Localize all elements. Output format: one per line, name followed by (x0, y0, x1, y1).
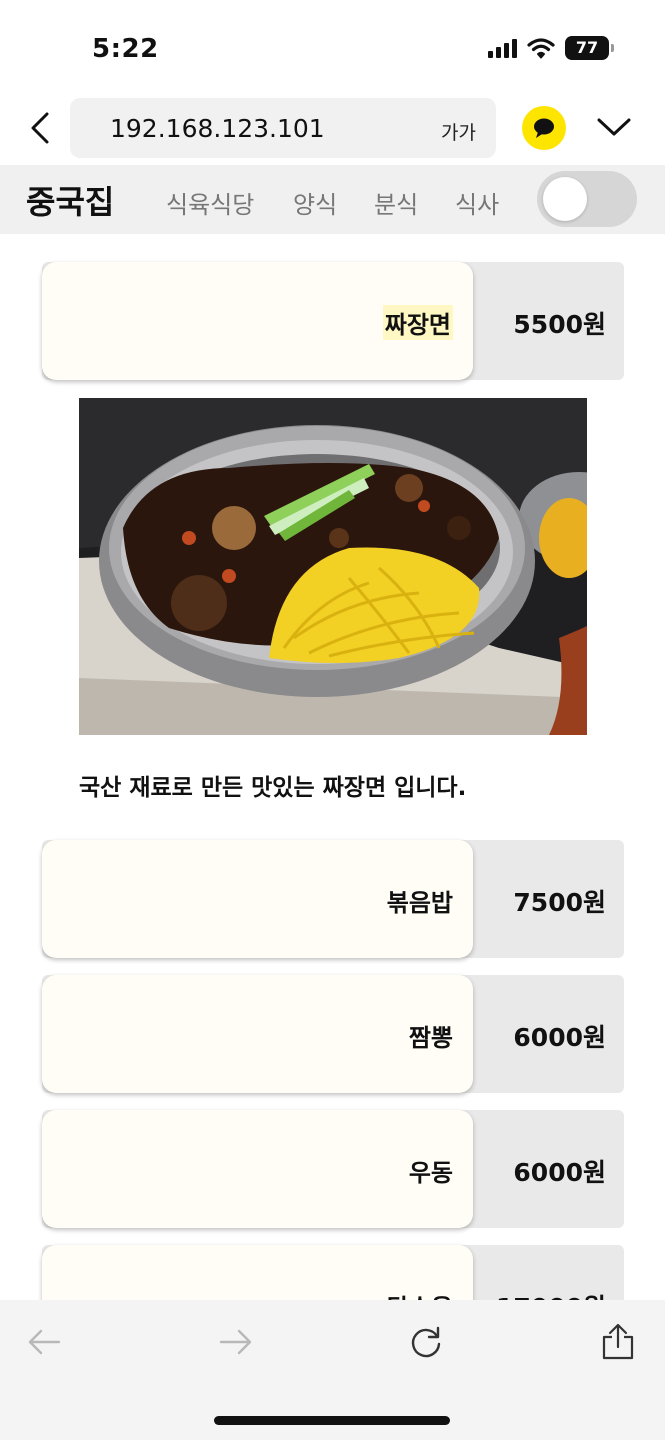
menu-name-card[interactable]: 볶음밥 (42, 840, 473, 958)
browser-toolbar (0, 1300, 665, 1440)
wifi-icon (527, 38, 555, 59)
url-text: 192.168.123.101 (110, 114, 325, 143)
category-item[interactable]: 분식 (374, 185, 418, 220)
status-icons: 77 (488, 36, 614, 60)
menu-item[interactable]: 볶음밥 7500원 (42, 840, 624, 958)
menu-name-card[interactable]: 탕수육 (42, 1245, 473, 1300)
menu-name-card[interactable]: 짜장면 (42, 262, 473, 380)
jajangmyeon-photo (79, 398, 587, 735)
share-icon[interactable] (596, 1322, 640, 1362)
menu-price: 7500원 (513, 888, 606, 917)
home-indicator[interactable] (214, 1416, 450, 1425)
category-active[interactable]: 중국집 (26, 177, 114, 223)
menu-name: 짬뽕 (408, 1024, 453, 1052)
menu-name: 볶음밥 (386, 889, 453, 917)
status-time: 5:22 (92, 34, 159, 64)
menu-list: 짜장면 5500원 국산 재료로 만든 맛있는 짜장면 입니다. 볶음밥 750… (0, 234, 665, 1300)
browser-address-row: 192.168.123.101 가가 (0, 96, 665, 162)
signal-icon (488, 38, 517, 58)
category-item[interactable]: 식육식당 (166, 185, 254, 220)
menu-description: 국산 재료로 만든 맛있는 짜장면 입니다. (79, 775, 467, 801)
menu-name: 짜장면 (382, 305, 453, 340)
menu-price: 6000원 (513, 1158, 606, 1187)
chevron-down-icon[interactable] (596, 112, 632, 142)
menu-name-card[interactable]: 짬뽕 (42, 975, 473, 1093)
back-arrow-icon[interactable] (22, 1322, 66, 1362)
menu-item[interactable]: 짜장면 5500원 (42, 262, 624, 380)
menu-item[interactable]: 우동 6000원 (42, 1110, 624, 1228)
mode-toggle[interactable] (537, 171, 637, 227)
text-size-button[interactable]: 가가 (441, 118, 476, 145)
menu-name: 탕수육 (387, 1288, 453, 1300)
reload-icon[interactable] (404, 1322, 448, 1362)
status-bar: 5:22 77 (0, 0, 665, 92)
category-item[interactable]: 양식 (293, 185, 337, 220)
category-nav: 중국집 식육식당 양식 분식 식사 (0, 165, 665, 234)
forward-arrow-icon[interactable] (214, 1322, 258, 1362)
menu-name: 우동 (408, 1159, 453, 1187)
menu-price: 6000원 (513, 1023, 606, 1052)
menu-item[interactable]: 탕수육 17000원 (42, 1245, 624, 1300)
toggle-knob (543, 177, 587, 221)
menu-name-card[interactable]: 우동 (42, 1110, 473, 1228)
menu-price: 5500원 (513, 310, 606, 339)
kakao-chat-icon[interactable] (522, 106, 566, 150)
menu-item[interactable]: 짬뽕 6000원 (42, 975, 624, 1093)
url-field[interactable]: 192.168.123.101 가가 (70, 98, 496, 158)
category-item[interactable]: 식사 (455, 185, 499, 220)
back-chevron-icon[interactable] (22, 108, 58, 148)
menu-price: 17000원 (496, 1288, 606, 1300)
battery-icon: 77 (565, 36, 614, 60)
battery-level: 77 (575, 38, 599, 57)
